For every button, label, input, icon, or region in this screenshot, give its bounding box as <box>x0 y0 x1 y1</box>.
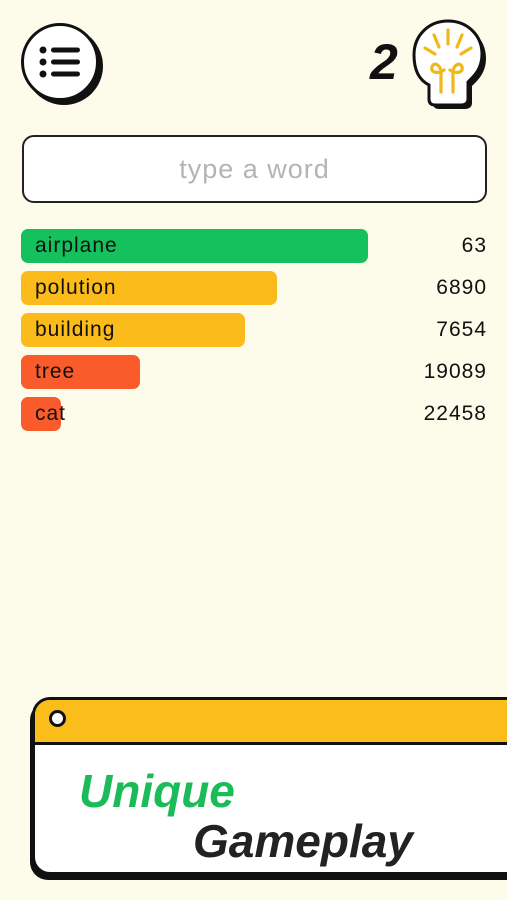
guess-list: airplane 63 polution 6890 building 7654 … <box>21 228 487 438</box>
guess-rank: 6890 <box>436 276 487 299</box>
promo-card: Unique Gameplay <box>32 697 507 875</box>
window-dot-icon <box>49 710 66 727</box>
guess-word: polution <box>35 276 117 299</box>
hint-count: 2 <box>370 34 398 90</box>
word-input[interactable] <box>22 135 487 203</box>
guess-rank: 7654 <box>436 318 487 341</box>
guess-row: tree 19089 <box>21 354 487 390</box>
guess-row: airplane 63 <box>21 228 487 264</box>
guess-word: tree <box>35 360 76 383</box>
guess-word: airplane <box>35 234 118 257</box>
promo-title-line1: Unique <box>79 765 235 817</box>
guess-word: building <box>35 318 116 341</box>
hint-button[interactable] <box>408 18 490 110</box>
lightbulb-icon <box>412 19 486 109</box>
guess-word: cat <box>35 402 67 425</box>
guess-rank: 63 <box>461 234 487 257</box>
guess-row: cat 22458 <box>21 396 487 432</box>
guess-rank: 19089 <box>423 360 487 383</box>
promo-card-header <box>35 700 507 745</box>
list-icon <box>39 46 80 78</box>
menu-button[interactable] <box>21 23 99 101</box>
guess-rank: 22458 <box>423 402 487 425</box>
guess-row: polution 6890 <box>21 270 487 306</box>
promo-title-line2: Gameplay <box>193 815 413 867</box>
guess-row: building 7654 <box>21 312 487 348</box>
